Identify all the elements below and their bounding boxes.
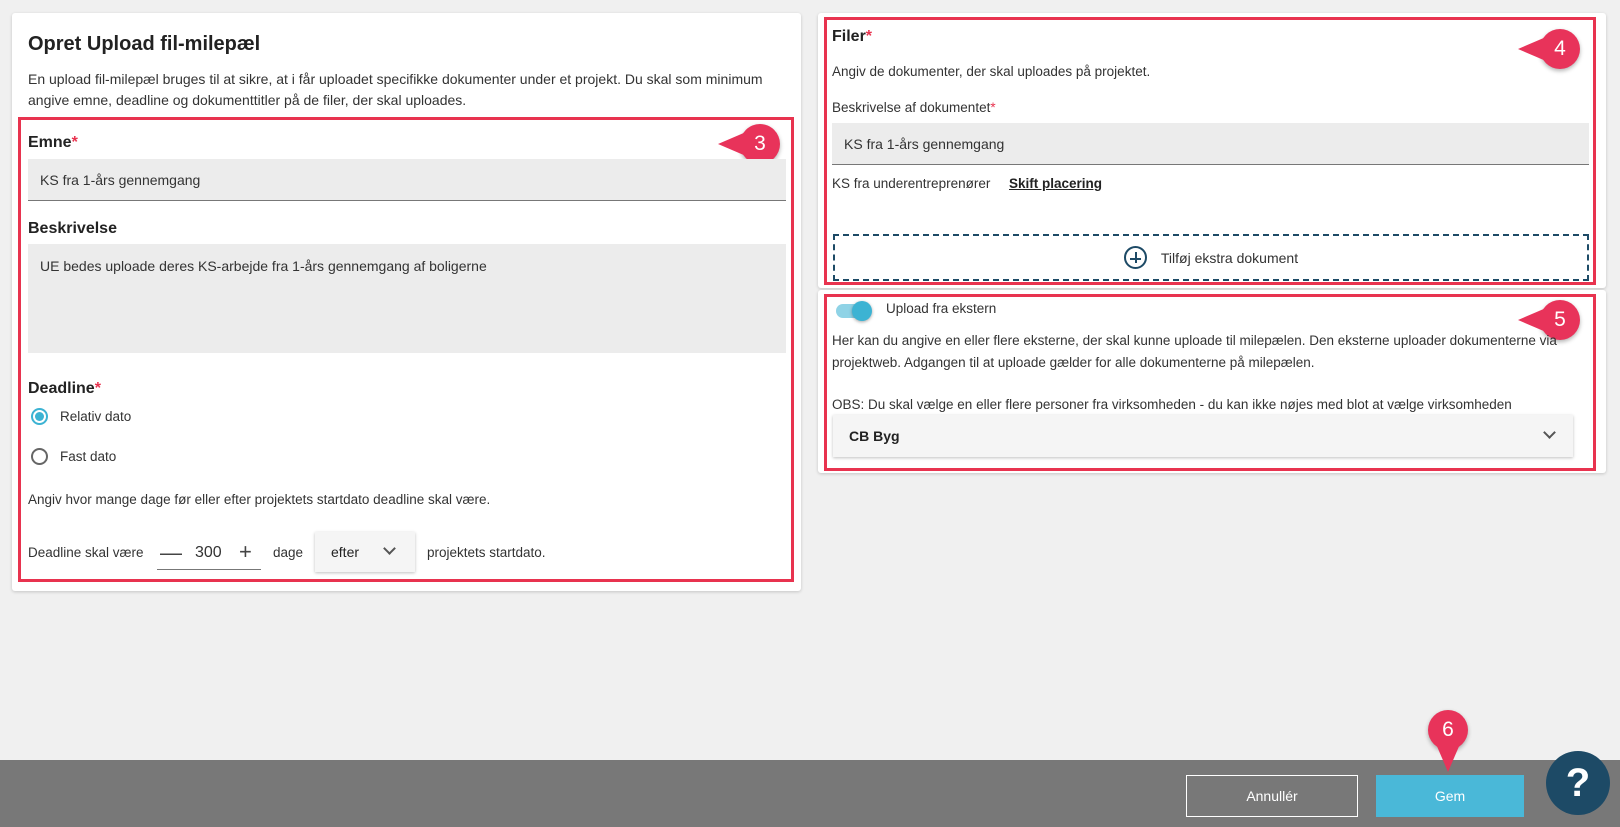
decrement-days-button[interactable]: — <box>160 542 182 564</box>
company-select[interactable]: CB Byg <box>833 415 1573 457</box>
doc-description-input[interactable]: KS fra 1-års gennemgang <box>832 123 1589 165</box>
description-textarea[interactable]: UE bedes uploade deres KS-arbejde fra 1-… <box>28 244 786 353</box>
radio-relative-date[interactable] <box>31 408 48 425</box>
page-title: Opret Upload fil-milepæl <box>28 33 261 55</box>
subject-label: Emne* <box>28 134 78 151</box>
save-button[interactable]: Gem <box>1376 775 1524 817</box>
files-help-text: Angiv de dokumenter, der skal uploades p… <box>832 64 1151 79</box>
files-title: Filer* <box>832 28 873 45</box>
chevron-down-icon <box>1543 426 1556 439</box>
plus-circle-icon <box>1123 246 1147 269</box>
deadline-direction-value: efter <box>331 544 360 560</box>
doc-description-label: Beskrivelse af dokumentet* <box>832 100 996 115</box>
callout-badge-3: 3 <box>718 124 780 164</box>
intro-text-line2: angive emne, deadline og dokumenttitler … <box>28 92 467 108</box>
deadline-suffix-text: projektets startdato. <box>427 545 546 560</box>
callout-badge-6: 6 <box>1428 710 1468 772</box>
radio-fixed-date-label: Fast dato <box>60 449 117 464</box>
days-label: dage <box>273 545 304 560</box>
toggle-knob <box>852 301 872 321</box>
external-upload-label: Upload fra ekstern <box>886 301 997 316</box>
subject-input[interactable]: KS fra 1-års gennemgang <box>28 159 786 201</box>
add-document-button[interactable]: Tilføj ekstra dokument <box>833 234 1589 281</box>
days-stepper-underline <box>157 569 261 570</box>
deadline-label: Deadline* <box>28 380 101 397</box>
intro-text-line1: En upload fil-milepæl bruges til at sikr… <box>28 71 763 87</box>
deadline-direction-select[interactable]: efter <box>315 532 415 572</box>
chevron-down-icon <box>383 542 396 555</box>
company-select-value: CB Byg <box>849 428 900 444</box>
deadline-days-input[interactable]: 300 <box>195 544 222 562</box>
add-document-label: Tilføj ekstra dokument <box>1160 249 1299 266</box>
increment-days-button[interactable]: + <box>239 541 252 563</box>
radio-fixed-date[interactable] <box>31 448 48 465</box>
external-help-line2: projektweb. Adgangen til at uploade gæld… <box>832 355 1315 370</box>
callout-badge-4: 4 <box>1518 29 1580 69</box>
obs-warning-text: OBS: Du skal vælge en eller flere person… <box>832 397 1512 412</box>
document-location-text: KS fra underentreprenører <box>832 176 991 191</box>
help-button[interactable]: ? <box>1546 751 1610 815</box>
change-location-link[interactable]: Skift placering <box>1009 176 1102 191</box>
deadline-help-text: Angiv hvor mange dage før eller efter pr… <box>28 492 491 507</box>
radio-relative-date-label: Relativ dato <box>60 409 132 424</box>
external-help-line1: Her kan du angive en eller flere ekstern… <box>832 333 1557 348</box>
cancel-button[interactable]: Annullér <box>1186 775 1358 817</box>
description-label: Beskrivelse <box>28 220 117 237</box>
deadline-prefix-text: Deadline skal være <box>28 545 144 560</box>
